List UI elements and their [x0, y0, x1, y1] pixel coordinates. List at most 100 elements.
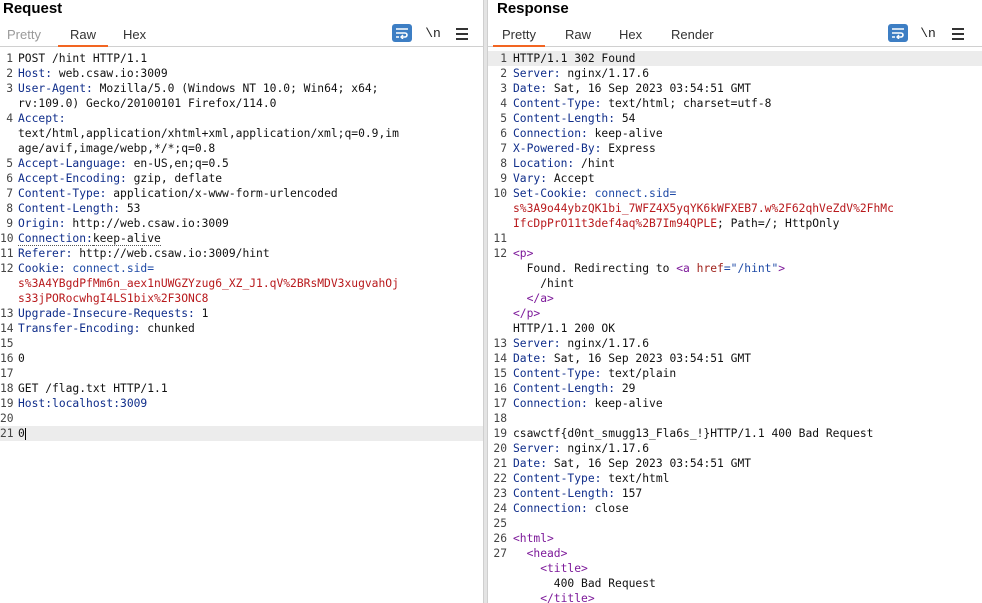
code-token: Connection:: [513, 397, 588, 410]
line-text: s%3A9o44ybzQK1bi_7WFZ4X5yqYK6kWFXEB7.w%2…: [513, 201, 894, 216]
code-line: 18 GET /flag.txt HTTP/1.1: [0, 381, 483, 396]
line-text: Content-Length: 29: [513, 381, 635, 396]
line-text: </title>: [513, 591, 594, 603]
line-number: 19: [493, 427, 507, 440]
code-token: Referer:: [18, 247, 73, 260]
line-number: 11: [0, 247, 14, 260]
code-token: nginx/1.17.6: [560, 442, 650, 455]
tab-response-render[interactable]: Render: [671, 26, 714, 43]
code-token: Transfer-Encoding:: [18, 322, 141, 335]
newline-toggle-icon[interactable]: \n: [424, 24, 442, 43]
response-editor[interactable]: 1 HTTP/1.1 302 Found 2 Server: nginx/1.17.6…: [488, 48, 982, 603]
line-number: 18: [493, 412, 507, 425]
code-token: Accept:: [18, 112, 66, 125]
code-line: 23 Content-Length: 157: [488, 486, 982, 501]
line-text: Referer: http://web.csaw.io:3009/hint: [18, 246, 270, 261]
code-token: rv:109.0) Gecko/20100101 Firefox/114.0: [18, 97, 277, 110]
request-editor[interactable]: 1 POST /hint HTTP/1.1 2 Host: web.csaw.io:3…: [0, 48, 483, 603]
line-number: 27: [493, 547, 507, 560]
line-number: 2: [500, 67, 507, 80]
code-line: 1 POST /hint HTTP/1.1: [0, 51, 483, 66]
line-number: 9: [500, 172, 507, 185]
line-number: 15: [493, 367, 507, 380]
line-text: 0: [18, 426, 26, 441]
code-line: 20: [0, 411, 483, 426]
code-token: http://web.csaw.io:3009/hint: [72, 247, 270, 260]
wrap-lines-icon[interactable]: [392, 24, 412, 42]
code-token: href: [696, 262, 724, 275]
code-token: text/html,application/xhtml+xml,applicat…: [18, 127, 399, 140]
code-token: keep-alive: [587, 397, 663, 410]
line-text: User-Agent: Mozilla/5.0 (Windows NT 10.0…: [18, 81, 378, 96]
code-token: X-Powered-By:: [513, 142, 602, 155]
line-number: 20: [493, 442, 507, 455]
code-token: Mozilla/5.0 (Windows NT 10.0; Win64; x64…: [92, 82, 379, 95]
code-line: 400 Bad Request: [488, 576, 982, 591]
line-number: 5: [500, 112, 507, 125]
newline-toggle-icon[interactable]: \n: [919, 24, 937, 43]
code-line: 20 Server: nginx/1.17.6: [488, 441, 982, 456]
tab-request-raw[interactable]: Raw: [58, 26, 109, 47]
code-token: <head>: [513, 547, 568, 560]
line-text: Content-Type: application/x-www-form-url…: [18, 186, 338, 201]
line-number: 10: [0, 232, 14, 245]
code-token: keep-alive: [587, 127, 663, 140]
line-number: 26: [493, 532, 507, 545]
code-token: 29: [615, 382, 636, 395]
code-line: 14 Date: Sat, 16 Sep 2023 03:54:51 GMT: [488, 351, 982, 366]
code-token: 400 Bad Request: [513, 577, 656, 590]
code-token: Date:: [513, 457, 548, 470]
wrap-lines-icon[interactable]: [888, 24, 908, 42]
tab-response-pretty[interactable]: Pretty: [493, 26, 545, 47]
code-line: IfcDpPrO11t3def4aq%2B7Im94QPLE; Path=/; …: [488, 216, 982, 231]
line-text: Connection: keep-alive: [513, 396, 663, 411]
code-token: GET /flag.txt HTTP/1.1: [18, 382, 168, 395]
code-token: Origin:: [18, 217, 66, 230]
code-token: Content-Type:: [18, 187, 107, 200]
line-text: HTTP/1.1 302 Found: [513, 51, 635, 66]
code-token: Server:: [513, 337, 561, 350]
line-text: Host:localhost:3009: [18, 396, 147, 411]
code-token: </p>: [513, 307, 541, 320]
code-token: >: [778, 262, 786, 275]
line-number: 13: [493, 337, 507, 350]
code-line: <title>: [488, 561, 982, 576]
line-text: Content-Type: text/html: [513, 471, 669, 486]
line-text: Accept-Language: en-US,en;q=0.5: [18, 156, 229, 171]
code-token: http://web.csaw.io:3009: [65, 217, 229, 230]
code-line: 3 Date: Sat, 16 Sep 2023 03:54:51 GMT: [488, 81, 982, 96]
line-number: 7: [6, 187, 13, 200]
response-menu-icon[interactable]: [950, 24, 966, 43]
tab-response-hex[interactable]: Hex: [619, 26, 642, 43]
code-line: 12 <p>: [488, 246, 982, 261]
line-text: </a>: [513, 291, 554, 306]
line-text: Server: nginx/1.17.6: [513, 441, 649, 456]
code-token: <p>: [513, 247, 534, 260]
line-number: 11: [493, 232, 507, 245]
code-token: ="/hint": [723, 262, 779, 275]
line-text: <title>: [513, 561, 588, 576]
request-menu-icon[interactable]: [454, 24, 470, 43]
tab-response-raw[interactable]: Raw: [565, 26, 591, 43]
tab-request-hex[interactable]: Hex: [123, 26, 146, 43]
code-token: text/html; charset=utf-8: [601, 97, 772, 110]
code-token: s%3A4YBgdPfMm6n_aex1nUWGZYzug6_XZ_J1.qV%…: [18, 277, 399, 290]
code-line: text/html,application/xhtml+xml,applicat…: [0, 126, 483, 141]
line-text: Cookie: connect.sid=: [18, 261, 154, 276]
tab-request-pretty[interactable]: Pretty: [7, 26, 41, 43]
code-line: s%3A4YBgdPfMm6n_aex1nUWGZYzug6_XZ_J1.qV%…: [0, 276, 483, 291]
request-pane: Request Pretty Raw Hex \n 1 POST /hint HT…: [0, 0, 483, 603]
line-number: 17: [0, 367, 14, 380]
code-token: </a>: [513, 292, 554, 305]
code-line: 6 Accept-Encoding: gzip, deflate: [0, 171, 483, 186]
code-token: Connection:: [18, 232, 93, 246]
code-token: Set-Cookie:: [513, 187, 588, 200]
line-text: Connection: close: [513, 501, 629, 516]
code-line: 7 X-Powered-By: Express: [488, 141, 982, 156]
line-text: GET /flag.txt HTTP/1.1: [18, 381, 168, 396]
line-text: Date: Sat, 16 Sep 2023 03:54:51 GMT: [513, 351, 751, 366]
code-token: Connection:: [513, 127, 588, 140]
line-text: Date: Sat, 16 Sep 2023 03:54:51 GMT: [513, 456, 751, 471]
line-number: 4: [6, 112, 13, 125]
code-line: 4 Accept:: [0, 111, 483, 126]
